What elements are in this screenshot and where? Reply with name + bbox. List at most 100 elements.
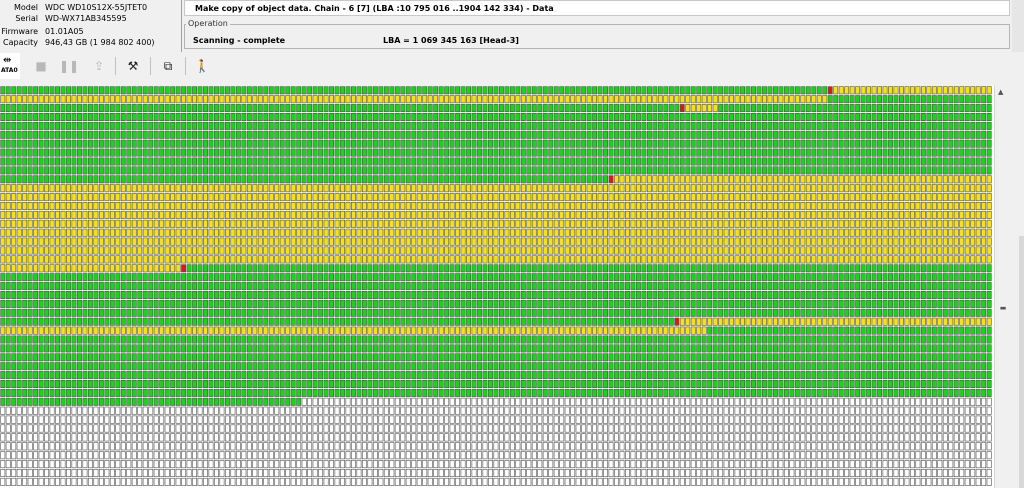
good-block [931, 95, 937, 104]
good-block [531, 157, 537, 166]
slow-block [383, 95, 389, 104]
good-block [131, 139, 137, 148]
slow-block [203, 202, 208, 211]
slow-block [301, 255, 307, 264]
good-block [334, 86, 340, 95]
slow-block [164, 326, 170, 335]
slow-block [22, 210, 28, 219]
good-block [263, 166, 269, 175]
slow-block [22, 219, 28, 228]
slow-block [948, 237, 954, 246]
slow-block [197, 193, 203, 202]
pause-icon[interactable]: ❚❚ [58, 55, 80, 77]
good-block [186, 317, 192, 326]
slow-block [230, 255, 236, 264]
slow-block [570, 228, 576, 237]
good-block [257, 104, 263, 113]
slow-block [246, 255, 252, 264]
slow-block [641, 228, 647, 237]
slow-block [394, 184, 400, 193]
good-block [625, 264, 630, 273]
slow-block [235, 228, 241, 237]
good-block [60, 121, 66, 130]
good-block [855, 299, 861, 308]
slow-block [904, 175, 910, 184]
good-block [860, 148, 866, 157]
good-block [800, 121, 806, 130]
good-block [690, 130, 696, 139]
slow-block [153, 95, 159, 104]
tools-icon[interactable]: ⚒ [122, 55, 144, 77]
good-block [734, 130, 740, 139]
slow-block [27, 193, 33, 202]
slow-block [614, 175, 619, 184]
good-block [751, 166, 756, 175]
slow-block [975, 86, 981, 95]
slow-block [712, 184, 718, 193]
good-block [120, 291, 126, 300]
ata-port-button[interactable]: ⇹ ATA0 [0, 53, 20, 79]
good-block [635, 264, 641, 273]
good-block [230, 264, 236, 273]
slow-block [224, 210, 230, 219]
good-block [509, 130, 515, 139]
slow-block [679, 193, 685, 202]
good-block [279, 317, 285, 326]
good-block [422, 157, 428, 166]
good-block [252, 299, 258, 308]
good-block [712, 264, 718, 273]
good-block [87, 166, 93, 175]
slow-block [855, 255, 861, 264]
export-icon[interactable]: ⇪ [88, 55, 110, 77]
slow-block [849, 228, 855, 237]
good-block [625, 130, 630, 139]
slow-block [597, 246, 603, 255]
slow-block [772, 184, 778, 193]
slow-block [625, 219, 630, 228]
good-block [82, 148, 88, 157]
copy-windows-icon[interactable]: ⧉ [157, 55, 179, 77]
good-block [438, 104, 444, 113]
good-block [827, 299, 833, 308]
slow-block [301, 219, 307, 228]
good-block [164, 139, 170, 148]
slow-block [964, 193, 970, 202]
slow-block [367, 210, 373, 219]
good-block [115, 112, 121, 121]
slow-block [855, 237, 861, 246]
good-block [953, 166, 959, 175]
good-block [27, 104, 33, 113]
good-block [394, 282, 400, 291]
slow-block [372, 184, 378, 193]
good-block [816, 166, 822, 175]
good-block [493, 139, 499, 148]
good-block [378, 157, 384, 166]
good-block [603, 130, 609, 139]
slow-block [312, 193, 318, 202]
slow-block [860, 228, 866, 237]
good-block [745, 264, 751, 273]
good-block [811, 308, 817, 317]
slow-block [93, 210, 99, 219]
exit-icon[interactable]: 🚶 [191, 55, 213, 77]
good-block [449, 175, 455, 184]
good-block [38, 273, 44, 282]
slow-block [27, 184, 33, 193]
slow-block [948, 255, 954, 264]
good-block [586, 308, 592, 317]
good-block [214, 175, 219, 184]
slow-block [729, 175, 735, 184]
slow-block [877, 317, 883, 326]
slow-block [181, 255, 187, 264]
slow-block [98, 219, 104, 228]
slow-block [586, 237, 592, 246]
stop-icon[interactable]: ■ [30, 55, 52, 77]
good-block [290, 317, 296, 326]
slow-block [811, 228, 817, 237]
slow-block [208, 246, 214, 255]
slow-block [71, 228, 77, 237]
slow-block [526, 95, 532, 104]
good-block [734, 157, 740, 166]
slow-block [126, 95, 132, 104]
good-block [60, 273, 66, 282]
